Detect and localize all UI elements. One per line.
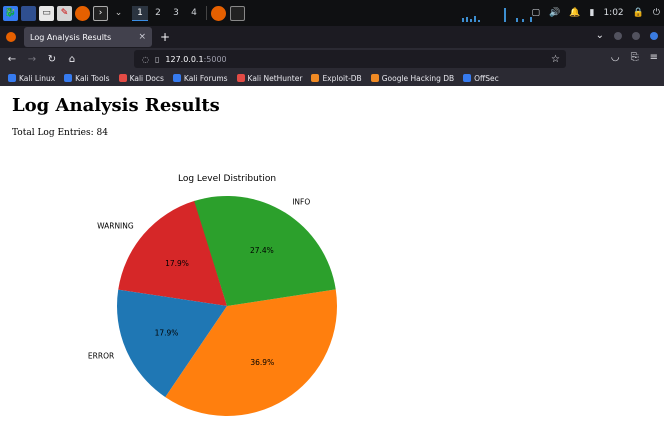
new-tab-button[interactable]: + bbox=[160, 30, 170, 44]
slice-percent-label: 27.4% bbox=[250, 246, 274, 255]
back-arrow-icon[interactable]: ← bbox=[4, 54, 20, 65]
toolbar-right: ◡ ⎘ ≡ bbox=[611, 52, 658, 63]
taskbar-divider bbox=[206, 6, 207, 20]
minimize-button[interactable] bbox=[614, 31, 622, 40]
bookmark-offsec[interactable]: OffSec bbox=[463, 74, 499, 83]
file-manager-icon[interactable]: ▭ bbox=[39, 5, 54, 21]
offsec-icon bbox=[463, 74, 472, 82]
taskbar-launchers: 🐉 ▭ ✎ › ⌄ bbox=[0, 5, 126, 21]
kali-nethunter-icon bbox=[236, 74, 245, 82]
system-taskbar: 🐉 ▭ ✎ › ⌄ 1 2 3 4 ▢ 🔊 🔔 ▮ 1:02 🔒 ⏻ bbox=[0, 0, 664, 26]
slice-percent-label: 17.9% bbox=[155, 329, 179, 338]
window-firefox-icon[interactable] bbox=[211, 5, 226, 21]
maximize-button[interactable] bbox=[632, 31, 640, 40]
workspace-1[interactable]: 1 bbox=[132, 5, 148, 21]
display-icon[interactable]: ▢ bbox=[532, 8, 541, 18]
bookmark-exploit-db[interactable]: Exploit-DB bbox=[311, 73, 362, 83]
volume-icon[interactable]: 🔊 bbox=[549, 8, 560, 18]
workspace-switcher[interactable]: 1 2 3 4 bbox=[132, 5, 202, 21]
page-info-icon[interactable]: ▯ bbox=[155, 55, 159, 64]
kali-docs-icon bbox=[118, 74, 127, 82]
slice-percent-label: 17.9% bbox=[165, 259, 189, 268]
bookmark-label: Exploit-DB bbox=[322, 73, 362, 83]
menu-hamburger-icon[interactable]: ≡ bbox=[650, 52, 658, 63]
kali-linux-icon bbox=[8, 74, 16, 82]
bookmark-label: Kali Forums bbox=[183, 73, 228, 83]
bookmark-kali-linux[interactable]: Kali Linux bbox=[8, 74, 55, 83]
list-tabs-chevron-icon[interactable]: ⌄ bbox=[596, 30, 604, 41]
workspace-4[interactable]: 4 bbox=[186, 6, 202, 20]
kali-tools-icon bbox=[64, 74, 73, 82]
terminal-icon[interactable]: › bbox=[93, 5, 108, 21]
desktop-icon[interactable] bbox=[21, 5, 36, 21]
workspace-2[interactable]: 2 bbox=[150, 6, 166, 20]
bookmark-label: Kali NetHunter bbox=[247, 73, 303, 83]
url-host: 127.0.0.1 bbox=[165, 54, 204, 64]
firefox-icon[interactable] bbox=[75, 5, 90, 21]
bookmark-google-hacking-db[interactable]: Google Hacking DB bbox=[370, 73, 455, 83]
google-hacking-db-icon bbox=[370, 74, 379, 82]
slice-percent-label: 36.9% bbox=[250, 358, 274, 367]
workspace-3[interactable]: 3 bbox=[168, 6, 184, 20]
bookmark-kali-forums[interactable]: Kali Forums bbox=[172, 73, 228, 83]
bookmark-kali-nethunter[interactable]: Kali NetHunter bbox=[236, 73, 303, 83]
bookmark-kali-tools[interactable]: Kali Tools bbox=[64, 73, 110, 83]
bookmarks-bar: Kali Linux Kali Tools Kali Docs Kali For… bbox=[0, 70, 664, 86]
chevron-down-icon[interactable]: ⌄ bbox=[111, 6, 126, 21]
bookmark-label: Kali Tools bbox=[75, 73, 110, 83]
bookmark-kali-docs[interactable]: Kali Docs bbox=[118, 73, 164, 83]
page-title: Log Analysis Results bbox=[12, 95, 220, 116]
total-log-entries: Total Log Entries: 84 bbox=[12, 128, 108, 138]
browser-nav-bar: ← → ↻ ⌂ ◌ ▯ 127.0.0.1:5000 ☆ ◡ ⎘ ≡ bbox=[0, 48, 664, 70]
bookmark-star-icon[interactable]: ☆ bbox=[551, 54, 560, 65]
bookmark-label: Kali Docs bbox=[129, 73, 164, 83]
bookmark-label: OffSec bbox=[474, 73, 499, 83]
exploit-db-icon bbox=[311, 74, 320, 82]
tab-title: Log Analysis Results bbox=[30, 32, 112, 42]
slice-category-label: ERROR bbox=[88, 351, 114, 360]
slice-category-label: WARNING bbox=[97, 222, 134, 231]
shield-icon[interactable]: ◌ bbox=[142, 55, 149, 64]
pie-slices: 17.9% WARNING 17.9% ERROR 36.9% 27.4% INFO bbox=[88, 195, 338, 417]
reload-icon[interactable]: ↻ bbox=[44, 54, 60, 65]
window-terminal-icon[interactable] bbox=[230, 5, 245, 21]
text-editor-icon[interactable]: ✎ bbox=[57, 5, 72, 21]
chart-title: Log Level Distribution bbox=[178, 174, 276, 184]
kali-menu-icon[interactable]: 🐉 bbox=[3, 5, 18, 21]
close-window-button[interactable] bbox=[650, 31, 658, 40]
home-icon[interactable]: ⌂ bbox=[64, 54, 80, 65]
browser-tab-strip: Log Analysis Results × + ⌄ bbox=[0, 26, 664, 48]
battery-icon[interactable]: ▮ bbox=[589, 8, 594, 18]
bookmark-label: Kali Linux bbox=[19, 73, 56, 83]
power-icon[interactable]: ⏻ bbox=[653, 8, 660, 18]
tab-log-analysis[interactable]: Log Analysis Results × bbox=[24, 27, 152, 47]
bookmark-label: Google Hacking DB bbox=[381, 73, 455, 83]
firefox-view-icon[interactable] bbox=[6, 32, 16, 42]
close-tab-icon[interactable]: × bbox=[138, 32, 146, 42]
pocket-icon[interactable]: ◡ bbox=[611, 52, 620, 63]
url-bar[interactable]: ◌ ▯ 127.0.0.1:5000 ☆ bbox=[134, 50, 566, 68]
slice-category-label: INFO bbox=[292, 198, 310, 207]
notification-bell-icon[interactable]: 🔔 bbox=[569, 8, 580, 18]
extensions-icon[interactable]: ⎘ bbox=[631, 52, 639, 63]
system-tray: ▢ 🔊 🔔 ▮ 1:02 🔒 ⏻ bbox=[532, 0, 660, 26]
window-controls: ⌄ bbox=[596, 30, 658, 41]
lock-icon[interactable]: 🔒 bbox=[633, 8, 644, 18]
forward-arrow-icon[interactable]: → bbox=[24, 54, 40, 65]
clock[interactable]: 1:02 bbox=[603, 8, 623, 18]
kali-forums-icon bbox=[172, 74, 181, 82]
url-port: :5000 bbox=[203, 54, 227, 64]
log-level-pie-chart: Log Level Distribution 17.9%WARNING17.9%… bbox=[88, 174, 338, 417]
